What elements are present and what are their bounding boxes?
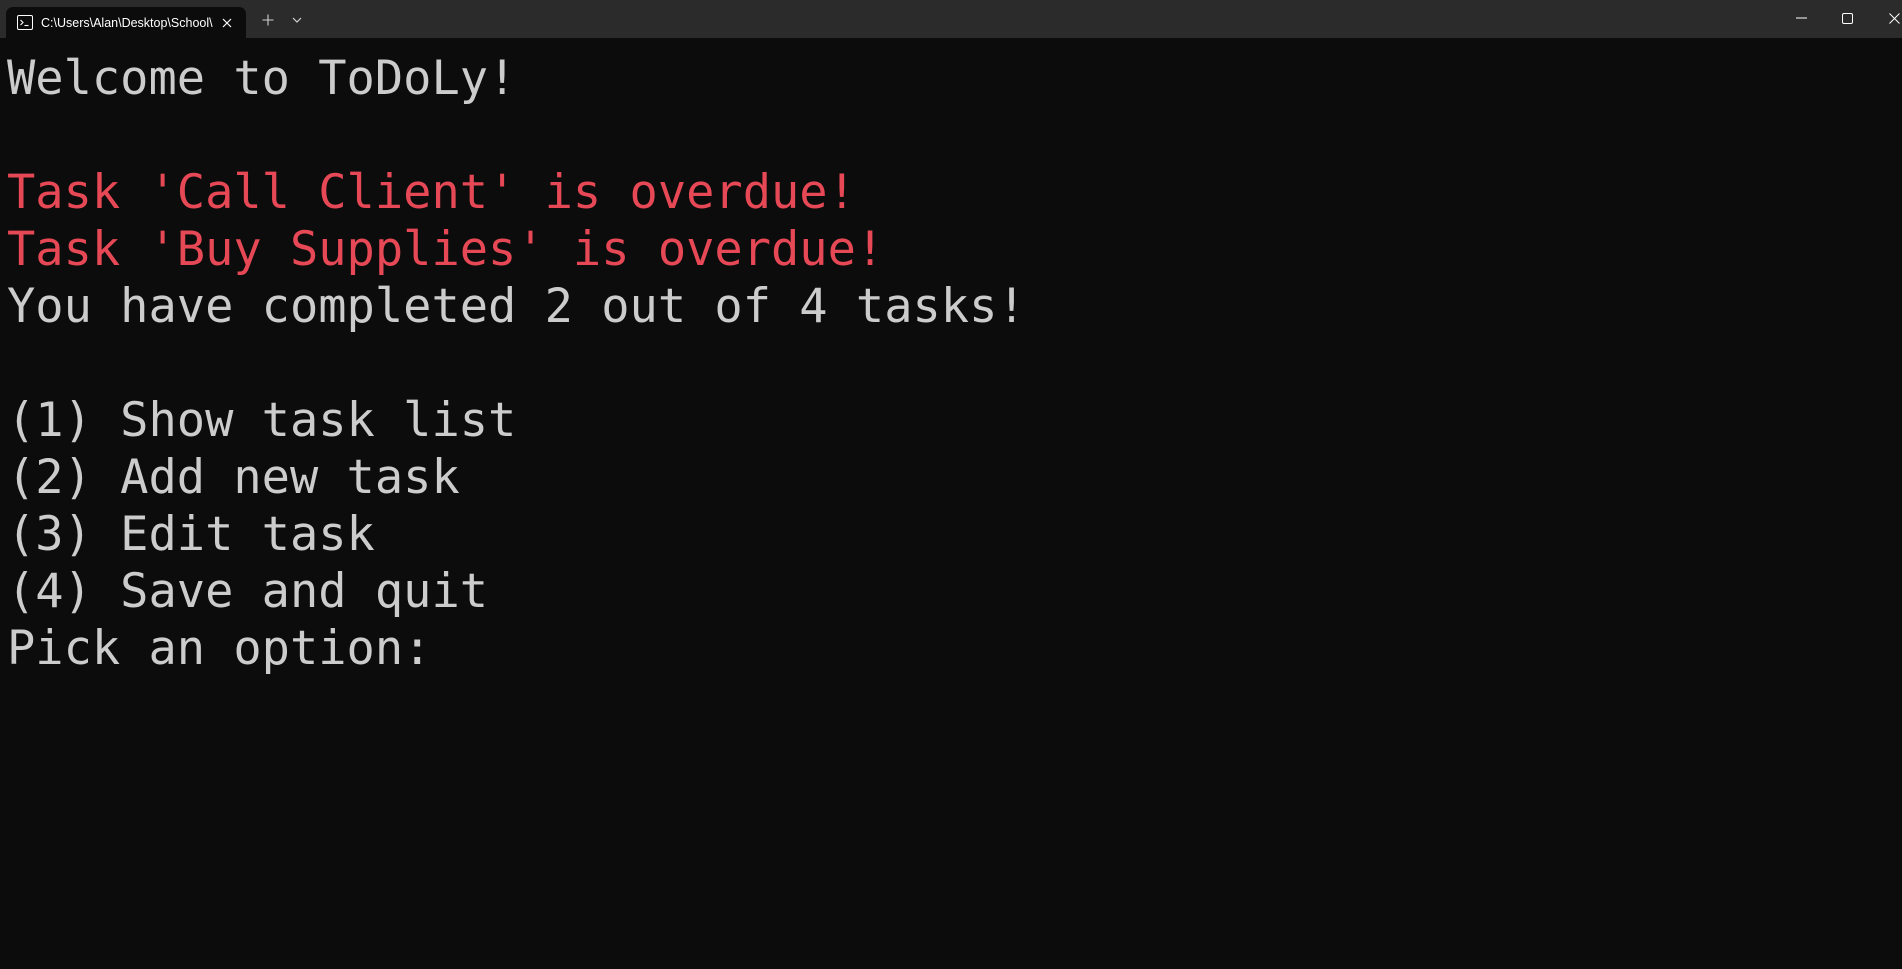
menu-option: (4) Save and quit: [7, 564, 489, 619]
welcome-message: Welcome to ToDoLy!: [7, 51, 517, 106]
close-icon[interactable]: [218, 14, 236, 32]
chevron-down-icon[interactable]: [287, 10, 307, 30]
close-icon[interactable]: [1870, 0, 1902, 36]
input-prompt: Pick an option:: [7, 621, 432, 676]
tab-active[interactable]: C:\Users\Alan\Desktop\School\ToDoLy\ToDo…: [6, 7, 246, 38]
plus-icon[interactable]: [258, 10, 278, 30]
console-output[interactable]: Welcome to ToDoLy! Task 'Call Client' is…: [0, 38, 1902, 969]
terminal-window: C:\Users\Alan\Desktop\School\ToDoLy\ToDo…: [0, 0, 1902, 969]
terminal-icon: [17, 15, 33, 30]
progress-summary: You have completed 2 out of 4 tasks!: [7, 279, 1026, 334]
overdue-warning: Task 'Call Client' is overdue!: [7, 165, 856, 220]
menu-option: (3) Edit task: [7, 507, 375, 562]
menu-option: (1) Show task list: [7, 393, 517, 448]
menu-option: (2) Add new task: [7, 450, 460, 505]
minimize-icon[interactable]: [1778, 0, 1824, 36]
tab-title: C:\Users\Alan\Desktop\School\ToDoLy\ToDo…: [41, 16, 213, 30]
title-bar: C:\Users\Alan\Desktop\School\ToDoLy\ToDo…: [0, 0, 1902, 38]
overdue-warning: Task 'Buy Supplies' is overdue!: [7, 222, 885, 277]
maximize-icon[interactable]: [1824, 0, 1870, 36]
